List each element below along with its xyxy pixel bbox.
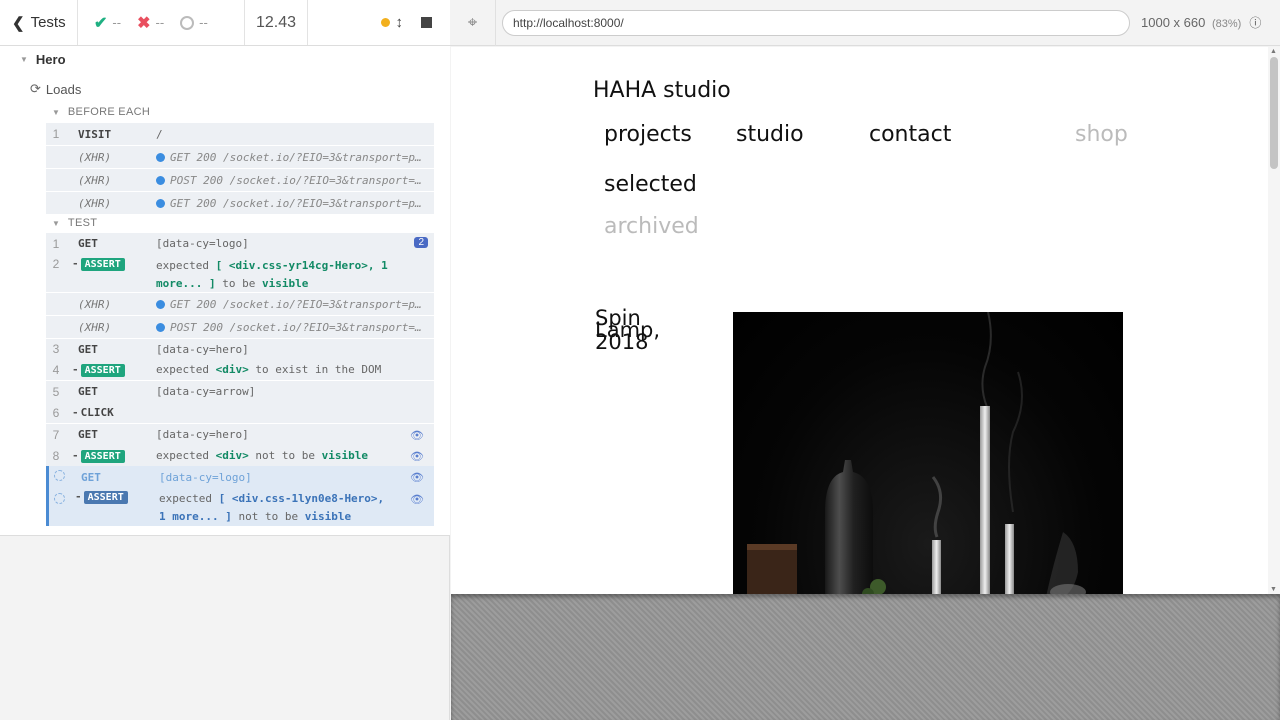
url-bar[interactable]: http://localhost:8000/ [502,9,1130,36]
test-stats: ✔ -- ✖ -- -- [78,0,245,45]
runnables-list: ▼ Hero ⟳ Loads ▼ BEFORE EACH 1 VISIT / (XH… [0,46,450,536]
element-count-badge: 2 [414,237,428,248]
project-year: 2018 [595,330,649,354]
command-click[interactable]: 6- CLICK [46,402,434,423]
eye-icon[interactable]: 👁 [410,493,424,506]
xhr-status-dot-icon [156,175,165,185]
command-visit[interactable]: 1 VISIT / [46,123,434,145]
cross-icon: ✖ [137,14,151,32]
suite-hero[interactable]: ▼ Hero [20,52,66,67]
caret-down-icon: ▼ [20,55,28,64]
test-hook[interactable]: ▼ TEST [52,217,97,229]
pending-circle-icon [180,15,195,30]
test-section-label: TEST [67,217,98,229]
tests-label: Tests [30,14,66,31]
viewport-info: 1000 x 660 (83%) [1141,15,1241,30]
command-get-logo[interactable]: 1 GET [data-cy=logo] 2 [46,233,434,254]
subnav-selected[interactable]: selected [604,172,697,197]
status-dot-icon [380,18,390,27]
command-assert-not-visible[interactable]: 8 - ASSERT expected <div> not to be visib… [46,445,434,466]
command-assert-exist[interactable]: 4 - ASSERT expected <div> to exist in the… [46,359,434,380]
scroll-up-icon[interactable]: ▲ [1270,48,1277,55]
pending-count: -- [199,15,208,30]
passed-stat: ✔ -- [94,13,121,33]
auto-scroll-toggle[interactable]: ↕ [380,14,404,31]
spinner-icon [53,470,65,481]
command-xhr[interactable]: (XHR) GET 200 /socket.io/?EIO=3&transport… [46,146,434,168]
run-controls: ↕ [308,0,450,45]
viewport-scale: (83%) [1211,18,1242,30]
command-assert-visible[interactable]: 2 - ASSERT expected [ <div.css-yr14cg-Her… [46,254,434,292]
aut-scrollbar[interactable]: ▲ ▼ [1268,47,1280,594]
nav-projects[interactable]: projects [604,122,692,147]
passed-count: -- [112,15,122,30]
nav-shop[interactable]: shop [1075,122,1128,147]
selector-playground-button[interactable]: ⌖ [450,0,496,46]
aut-header: ⌖ http://localhost:8000/ 1000 x 660 (83%… [450,0,1280,46]
caret-down-icon: ▼ [52,218,60,228]
command-get-hero[interactable]: 7 GET [data-cy=hero] 👁 [46,424,434,445]
command-get-hero[interactable]: 3 GET [data-cy=hero] [46,339,434,359]
nav-contact[interactable]: contact [869,122,951,147]
test-loads[interactable]: ⟳ Loads [30,81,81,97]
info-icon[interactable]: ⓘ [1249,14,1261,31]
site-logo[interactable]: HAHA studio [593,78,731,103]
failed-count: -- [155,15,165,30]
test-title: Loads [45,81,82,97]
command-xhr[interactable]: (XHR) POST 200 /socket.io/?EIO=3&transpor… [46,169,434,191]
tests-back-button[interactable]: ❮ Tests [0,0,78,45]
refresh-icon: ⟳ [30,81,41,96]
subnav-archived[interactable]: archived [604,214,699,239]
nav-studio[interactable]: studio [736,122,804,147]
xhr-status-dot-icon [156,198,165,208]
project-image[interactable] [733,312,1123,594]
scroll-thumb[interactable] [1270,57,1278,169]
pending-commands: GET [data-cy=logo] 👁 - ASSERT expected [ … [46,466,434,526]
check-icon: ✔ [94,14,108,32]
failed-stat: ✖ -- [137,13,164,33]
before-each-commands: 1 VISIT / (XHR) GET 200 /socket.io/?EIO=3&t… [46,123,434,214]
scroll-down-icon[interactable]: ▼ [1270,586,1277,593]
before-each-hook[interactable]: ▼ BEFORE EACH [52,106,150,118]
spinner-icon [53,493,65,504]
stop-icon[interactable] [421,17,432,28]
xhr-status-dot-icon [156,152,165,162]
suite-title: Hero [35,52,66,67]
still-life-photo [747,312,1086,594]
xhr-status-dot-icon [156,322,165,332]
aut-empty-area [451,594,1280,720]
duration: 12.43 [245,0,308,45]
eye-icon[interactable]: 👁 [410,471,424,484]
command-xhr[interactable]: (XHR) GET 200 /socket.io/?EIO=3&transport… [46,192,434,214]
command-assert-pending[interactable]: - ASSERT expected [ <div.css-1lyn0e8-Hero… [49,488,434,526]
caret-down-icon: ▼ [52,107,60,117]
aut-iframe: HAHA studio projects studio contact shop… [451,47,1280,594]
reporter-header: ❮ Tests ✔ -- ✖ -- -- 12.43 ↕ [0,0,450,46]
eye-icon[interactable]: 👁 [410,450,424,463]
command-get-logo-pending[interactable]: GET [data-cy=logo] 👁 [49,466,434,488]
up-down-arrow-icon: ↕ [395,14,404,31]
chevron-left-icon: ❮ [12,14,25,32]
command-xhr[interactable]: (XHR) POST 200 /socket.io/?EIO=3&transpor… [46,316,434,338]
pending-stat: -- [180,15,208,30]
xhr-status-dot-icon [156,299,165,309]
command-xhr[interactable]: (XHR) GET 200 /socket.io/?EIO=3&transport… [46,293,434,315]
test-commands: 1 GET [data-cy=logo] 2 2 - ASSERT expected … [46,233,434,467]
eye-icon[interactable]: 👁 [410,429,424,442]
viewport-size: 1000 x 660 [1141,15,1206,30]
crosshair-icon: ⌖ [467,12,478,32]
before-each-label: BEFORE EACH [67,106,151,118]
command-get-arrow[interactable]: 5 GET [data-cy=arrow] [46,381,434,402]
reporter-panel: ❮ Tests ✔ -- ✖ -- -- 12.43 ↕ ▼ Hero ⟳ Load… [0,0,450,720]
